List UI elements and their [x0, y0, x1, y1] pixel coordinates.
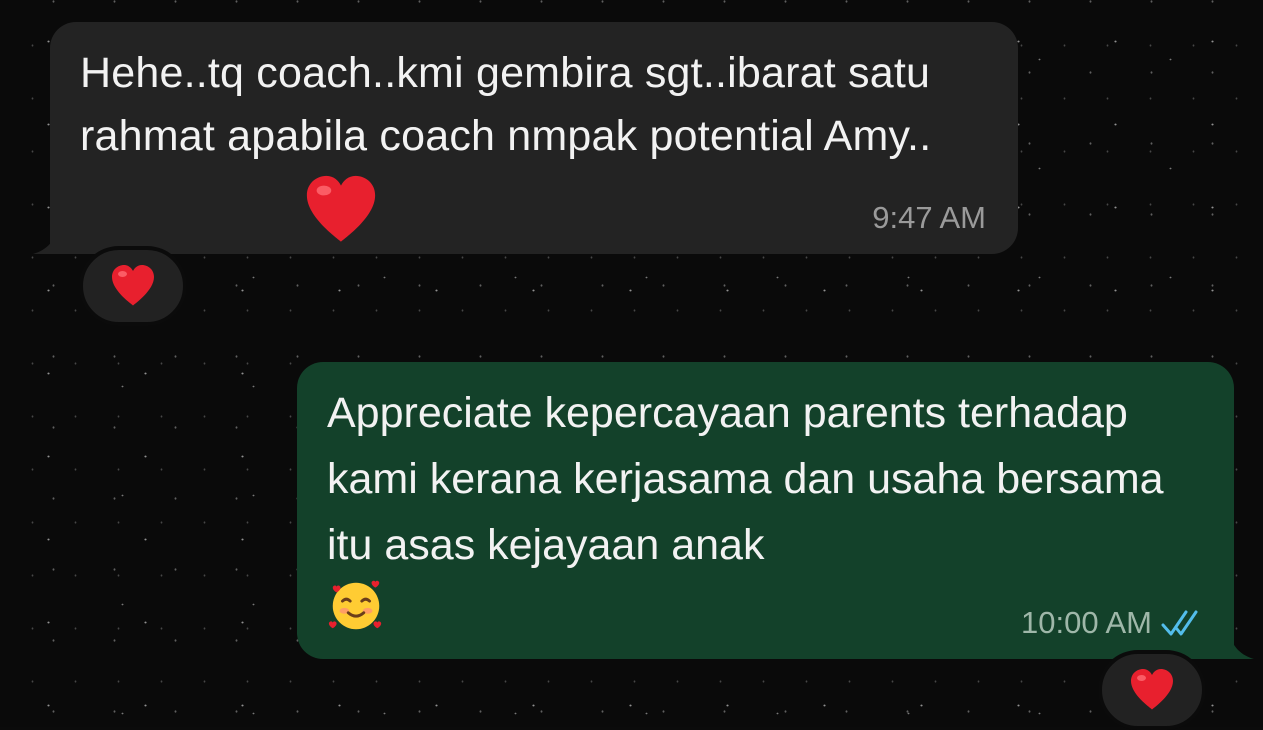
outgoing-message-text: Appreciate kepercayaan parents terhadap …	[327, 389, 1164, 569]
heart-reaction-icon	[112, 265, 154, 306]
outgoing-message-time: 10:00 AM	[1021, 605, 1152, 640]
incoming-message-bubble[interactable]: Hehe..tq coach..kmi gembira sgt..ibarat …	[50, 22, 1018, 254]
heart-reaction-icon	[1131, 669, 1173, 710]
incoming-reaction[interactable]	[79, 246, 187, 326]
heart-emoji-icon	[306, 175, 376, 242]
read-receipt-icon	[1161, 610, 1198, 636]
outgoing-reaction[interactable]	[1098, 650, 1206, 730]
outgoing-message-bubble[interactable]: Appreciate kepercayaan parents terhadap …	[297, 362, 1234, 659]
incoming-message-text: Hehe..tq coach..kmi gembira sgt..ibarat …	[80, 49, 932, 160]
smiling-face-with-hearts-icon	[328, 580, 382, 630]
incoming-message-time: 9:47 AM	[872, 200, 986, 235]
